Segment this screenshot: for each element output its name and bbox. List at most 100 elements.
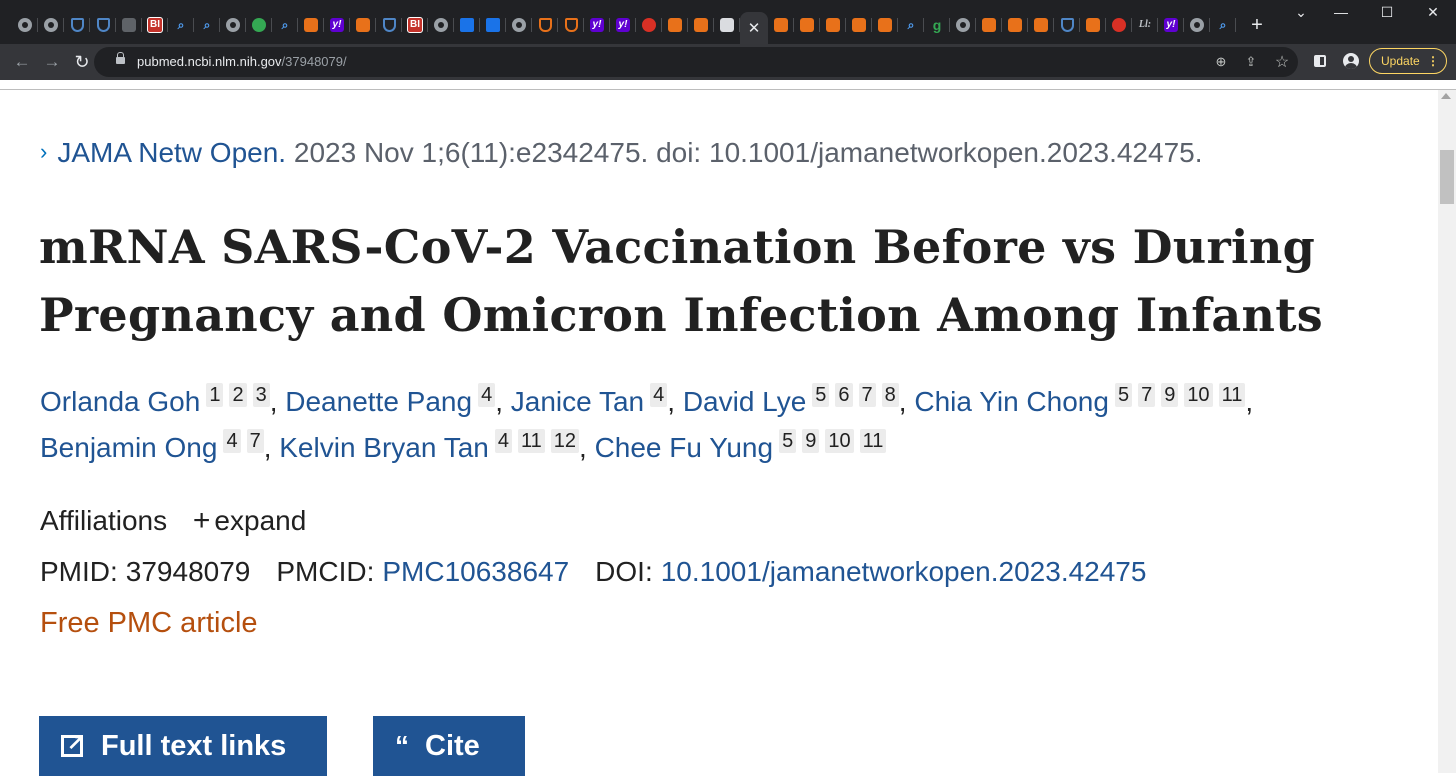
- affiliation-number[interactable]: 7: [246, 429, 264, 453]
- affiliation-number[interactable]: 11: [1218, 383, 1246, 407]
- browser-tab[interactable]: [480, 12, 506, 38]
- chevron-right-icon[interactable]: ›: [40, 139, 47, 165]
- browser-tab[interactable]: [350, 12, 376, 38]
- affiliation-number[interactable]: 5: [779, 429, 797, 453]
- affiliation-number[interactable]: 4: [494, 429, 512, 453]
- profile-button[interactable]: [1341, 50, 1361, 72]
- browser-tab[interactable]: [454, 12, 480, 38]
- browser-tab[interactable]: [950, 12, 976, 38]
- browser-tab[interactable]: [1080, 12, 1106, 38]
- browser-tab[interactable]: [636, 12, 662, 38]
- affiliation-number[interactable]: 11: [517, 429, 545, 453]
- affiliation-number[interactable]: 1: [206, 383, 224, 407]
- affiliation-number[interactable]: 10: [825, 429, 854, 453]
- browser-tab[interactable]: [1184, 12, 1210, 38]
- browser-tab[interactable]: [1054, 12, 1080, 38]
- affiliation-number[interactable]: 2: [229, 383, 247, 407]
- browser-tab[interactable]: g: [924, 12, 950, 38]
- browser-tab[interactable]: [532, 12, 558, 38]
- author-link[interactable]: Chee Fu Yung: [595, 432, 774, 463]
- author-link[interactable]: Deanette Pang: [285, 386, 472, 417]
- minimize-button[interactable]: —: [1318, 4, 1364, 20]
- browser-tab[interactable]: y!: [324, 12, 350, 38]
- author-link[interactable]: Orlanda Goh: [40, 386, 200, 417]
- browser-tab[interactable]: [38, 12, 64, 38]
- browser-tab[interactable]: [768, 12, 794, 38]
- new-tab-button[interactable]: +: [1244, 14, 1270, 37]
- browser-tab[interactable]: [1002, 12, 1028, 38]
- bookmark-star-icon[interactable]: ☆: [1273, 53, 1291, 71]
- author-link[interactable]: Kelvin Bryan Tan: [279, 432, 489, 463]
- close-window-button[interactable]: ✕: [1410, 4, 1456, 21]
- browser-tab[interactable]: [688, 12, 714, 38]
- doi-link[interactable]: 10.1001/jamanetworkopen.2023.42475: [661, 556, 1147, 587]
- pmcid-link[interactable]: PMC10638647: [382, 556, 569, 587]
- author-link[interactable]: Chia Yin Chong: [914, 386, 1109, 417]
- browser-tab[interactable]: [846, 12, 872, 38]
- side-panel-button[interactable]: [1310, 50, 1330, 72]
- browser-tab[interactable]: y!: [584, 12, 610, 38]
- close-tab-icon[interactable]: ✕: [748, 19, 761, 37]
- affiliation-number[interactable]: 7: [858, 383, 876, 407]
- full-text-links-button[interactable]: Full text links: [39, 716, 327, 776]
- reload-button[interactable]: ↻: [70, 50, 94, 74]
- browser-tab[interactable]: [506, 12, 532, 38]
- browser-tab[interactable]: ⌕: [1210, 12, 1236, 38]
- author-link[interactable]: Benjamin Ong: [40, 432, 217, 463]
- update-button[interactable]: Update ⋮: [1369, 48, 1447, 74]
- browser-tab[interactable]: [298, 12, 324, 38]
- browser-tab[interactable]: [872, 12, 898, 38]
- browser-tab[interactable]: [12, 12, 38, 38]
- url-text[interactable]: pubmed.ncbi.nlm.nih.gov/37948079/: [137, 54, 347, 69]
- browser-tab[interactable]: [820, 12, 846, 38]
- browser-tab[interactable]: ⌕: [272, 12, 298, 38]
- browser-tab[interactable]: ⌕: [168, 12, 194, 38]
- affiliation-number[interactable]: 5: [812, 383, 830, 407]
- browser-tab[interactable]: [794, 12, 820, 38]
- lock-icon[interactable]: [116, 52, 125, 64]
- active-tab[interactable]: ✕: [740, 12, 768, 44]
- affiliation-number[interactable]: 4: [650, 383, 668, 407]
- browser-tab[interactable]: [246, 12, 272, 38]
- journal-link[interactable]: JAMA Netw Open.: [57, 137, 286, 168]
- browser-tab[interactable]: [428, 12, 454, 38]
- affiliation-number[interactable]: 3: [252, 383, 270, 407]
- browser-tab[interactable]: [90, 12, 116, 38]
- affiliation-number[interactable]: 8: [881, 383, 899, 407]
- free-pmc-article-badge[interactable]: Free PMC article: [40, 607, 258, 640]
- affiliation-number[interactable]: 9: [802, 429, 820, 453]
- browser-tab[interactable]: [1028, 12, 1054, 38]
- author-link[interactable]: David Lye: [683, 386, 806, 417]
- browser-tab[interactable]: [558, 12, 584, 38]
- forward-button[interactable]: →: [40, 50, 64, 74]
- scroll-up-arrow-icon[interactable]: [1441, 93, 1451, 99]
- browser-tab[interactable]: ⌕: [898, 12, 924, 38]
- affiliation-number[interactable]: 7: [1138, 383, 1156, 407]
- browser-tab[interactable]: [116, 12, 142, 38]
- affiliation-number[interactable]: 12: [550, 429, 579, 453]
- cite-button[interactable]: “ Cite: [373, 716, 525, 776]
- browser-tab[interactable]: [220, 12, 246, 38]
- affiliation-number[interactable]: 4: [478, 383, 496, 407]
- browser-tab[interactable]: BI: [142, 12, 168, 38]
- affiliation-number[interactable]: 11: [859, 429, 887, 453]
- affiliation-number[interactable]: 9: [1161, 383, 1179, 407]
- browser-tab[interactable]: y!: [1158, 12, 1184, 38]
- browser-tab[interactable]: [376, 12, 402, 38]
- address-bar[interactable]: pubmed.ncbi.nlm.nih.gov/37948079/ ⊕ ⇪ ☆: [94, 47, 1298, 77]
- browser-tab[interactable]: Ll:: [1132, 12, 1158, 38]
- affiliation-number[interactable]: 5: [1114, 383, 1133, 407]
- affiliation-number[interactable]: 6: [835, 383, 853, 407]
- browser-tab[interactable]: BI: [402, 12, 428, 38]
- author-link[interactable]: Janice Tan: [511, 386, 644, 417]
- browser-tab[interactable]: ⌕: [194, 12, 220, 38]
- browser-tab[interactable]: y!: [610, 12, 636, 38]
- browser-tab[interactable]: [976, 12, 1002, 38]
- scroll-thumb[interactable]: [1440, 150, 1454, 204]
- expand-affiliations-button[interactable]: + expand: [175, 504, 306, 537]
- browser-tab[interactable]: [714, 12, 740, 38]
- zoom-icon[interactable]: ⊕: [1212, 53, 1230, 71]
- back-button[interactable]: ←: [10, 50, 34, 74]
- maximize-button[interactable]: ☐: [1364, 4, 1410, 21]
- share-icon[interactable]: ⇪: [1242, 53, 1260, 71]
